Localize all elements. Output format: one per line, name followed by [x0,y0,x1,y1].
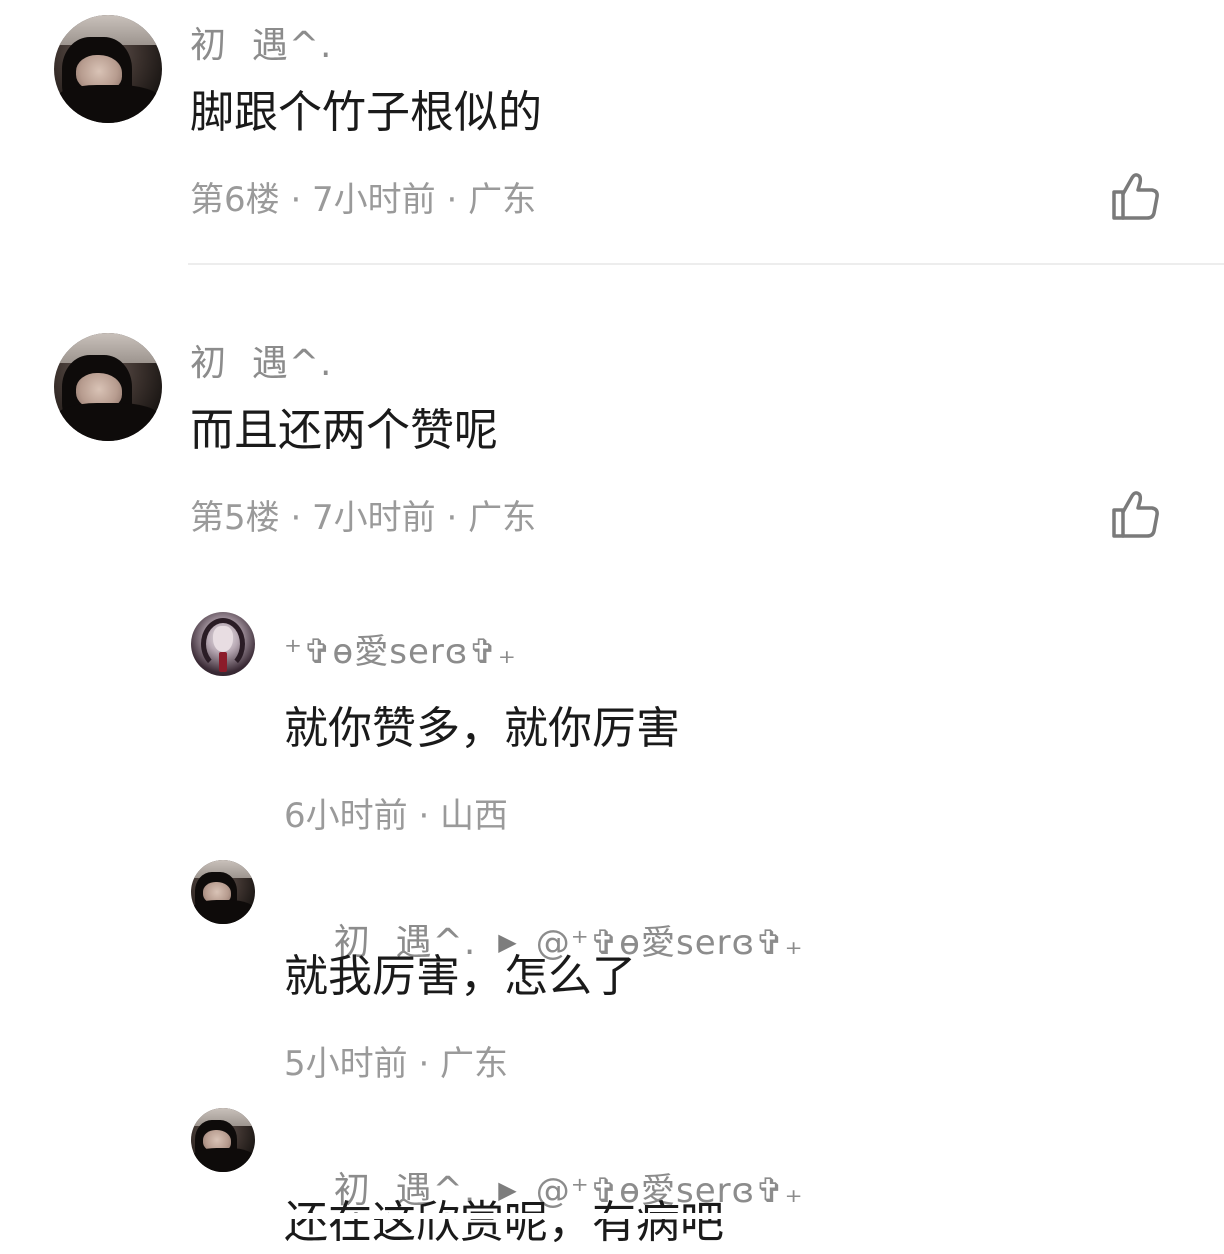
user-avatar[interactable] [191,612,255,676]
comment-meta: 第6楼 · 7小时前 · 广东 [190,180,537,220]
reply-meta: 6小时前 · 山西 [284,796,509,836]
comment-username[interactable]: 初 遇^. [190,16,333,68]
thumbs-up-icon[interactable] [1110,488,1162,540]
bottom-edge [0,1213,1224,1219]
user-avatar[interactable] [54,333,162,441]
user-avatar[interactable] [191,860,255,924]
comment-username[interactable]: 初 遇^. [190,334,333,386]
thumbs-up-icon[interactable] [1110,170,1162,222]
reply-text: 就你赞多，就你厉害 [284,703,680,754]
reply-text: 就我厉害，怎么了 [284,951,636,1002]
comment-divider [188,263,1224,265]
comment-text: 脚跟个竹子根似的 [190,87,542,138]
user-avatar[interactable] [191,1108,255,1172]
user-avatar[interactable] [54,15,162,123]
reply-meta: 5小时前 · 广东 [284,1044,509,1084]
reply-username[interactable]: ⁺✞ɵ愛serɞ✞₊ [284,624,517,673]
comment-text: 而且还两个赞呢 [190,405,498,456]
comment-meta: 第5楼 · 7小时前 · 广东 [190,498,537,538]
